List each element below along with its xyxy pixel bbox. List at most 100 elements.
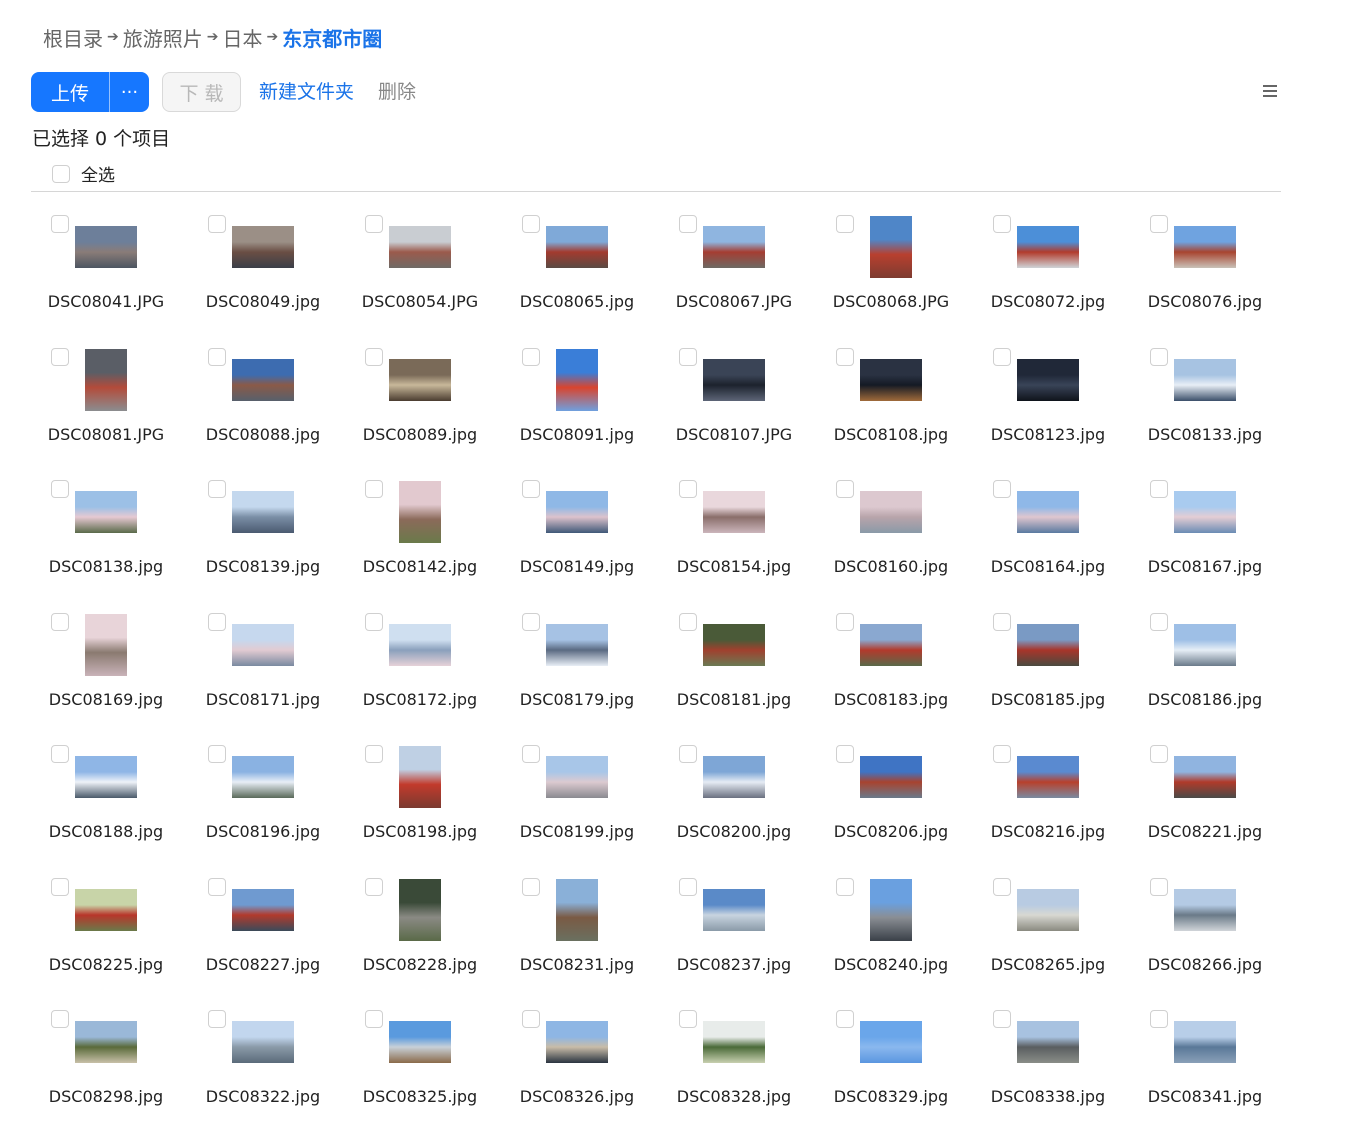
file-tile[interactable]: DSC08196.jpg — [188, 730, 345, 862]
file-checkbox[interactable] — [1150, 612, 1168, 631]
file-checkbox[interactable] — [836, 745, 854, 763]
select-all[interactable]: 全选 — [52, 161, 115, 186]
file-thumbnail[interactable] — [546, 491, 608, 533]
file-name[interactable]: DSC08160.jpg — [816, 557, 966, 576]
file-tile[interactable]: DSC08081.JPG — [31, 333, 188, 465]
file-name[interactable]: DSC08240.jpg — [816, 955, 966, 974]
file-tile[interactable]: DSC08089.jpg — [345, 333, 502, 465]
file-thumbnail[interactable] — [860, 623, 922, 666]
file-tile[interactable]: DSC08221.jpg — [1130, 730, 1287, 862]
file-tile[interactable]: DSC08091.jpg — [502, 333, 659, 465]
file-checkbox[interactable] — [679, 1010, 697, 1028]
file-thumbnail[interactable] — [703, 226, 765, 268]
file-tile[interactable]: DSC08164.jpg — [973, 465, 1130, 597]
file-checkbox[interactable] — [993, 347, 1011, 366]
file-name[interactable]: DSC08216.jpg — [973, 822, 1123, 841]
file-thumbnail[interactable] — [546, 756, 608, 798]
file-checkbox[interactable] — [208, 612, 226, 631]
upload-button[interactable]: 上传 — [31, 72, 109, 112]
file-tile[interactable]: DSC08329.jpg — [816, 995, 973, 1127]
file-thumbnail[interactable] — [85, 348, 127, 411]
file-thumbnail[interactable] — [703, 623, 765, 666]
file-tile[interactable]: DSC08186.jpg — [1130, 598, 1287, 730]
file-thumbnail[interactable] — [703, 491, 765, 533]
file-name[interactable]: DSC08181.jpg — [659, 690, 809, 709]
file-tile[interactable]: DSC08325.jpg — [345, 995, 502, 1127]
file-tile[interactable]: DSC08133.jpg — [1130, 333, 1287, 465]
file-name[interactable]: DSC08322.jpg — [188, 1087, 338, 1106]
file-name[interactable]: DSC08237.jpg — [659, 955, 809, 974]
file-thumbnail[interactable] — [399, 481, 441, 543]
file-checkbox[interactable] — [208, 480, 226, 498]
file-tile[interactable]: DSC08206.jpg — [816, 730, 973, 862]
file-checkbox[interactable] — [993, 612, 1011, 631]
file-name[interactable]: DSC08183.jpg — [816, 690, 966, 709]
file-name[interactable]: DSC08231.jpg — [502, 955, 652, 974]
file-tile[interactable]: DSC08328.jpg — [659, 995, 816, 1127]
file-thumbnail[interactable] — [546, 1021, 608, 1063]
file-tile[interactable]: DSC08171.jpg — [188, 598, 345, 730]
file-checkbox[interactable] — [1150, 877, 1168, 896]
file-tile[interactable]: DSC08139.jpg — [188, 465, 345, 597]
file-checkbox[interactable] — [208, 1010, 226, 1028]
file-name[interactable]: DSC08298.jpg — [31, 1087, 181, 1106]
file-thumbnail[interactable] — [232, 226, 294, 268]
file-checkbox[interactable] — [51, 347, 69, 366]
file-checkbox[interactable] — [836, 612, 854, 631]
file-tile[interactable]: DSC08172.jpg — [345, 598, 502, 730]
breadcrumb-item-travel-photos[interactable]: 旅游照片 — [123, 23, 203, 52]
breadcrumb-item-japan[interactable]: 日本 — [222, 23, 262, 52]
file-name[interactable]: DSC08139.jpg — [188, 557, 338, 576]
file-name[interactable]: DSC08072.jpg — [973, 292, 1123, 311]
file-name[interactable]: DSC08329.jpg — [816, 1087, 966, 1106]
file-thumbnail[interactable] — [860, 1021, 922, 1063]
file-thumbnail[interactable] — [1017, 226, 1079, 268]
file-name[interactable]: DSC08185.jpg — [973, 690, 1123, 709]
file-name[interactable]: DSC08088.jpg — [188, 425, 338, 444]
file-thumbnail[interactable] — [546, 226, 608, 268]
file-tile[interactable]: DSC08185.jpg — [973, 598, 1130, 730]
new-folder-button[interactable]: 新建文件夹 — [259, 72, 354, 112]
file-name[interactable]: DSC08266.jpg — [1130, 955, 1280, 974]
file-checkbox[interactable] — [522, 347, 540, 366]
file-name[interactable]: DSC08081.JPG — [31, 425, 181, 444]
file-checkbox[interactable] — [208, 877, 226, 896]
file-name[interactable]: DSC08171.jpg — [188, 690, 338, 709]
file-thumbnail[interactable] — [703, 756, 765, 798]
file-name[interactable]: DSC08200.jpg — [659, 822, 809, 841]
file-name[interactable]: DSC08186.jpg — [1130, 690, 1280, 709]
file-name[interactable]: DSC08328.jpg — [659, 1087, 809, 1106]
file-tile[interactable]: DSC08108.jpg — [816, 333, 973, 465]
file-name[interactable]: DSC08265.jpg — [973, 955, 1123, 974]
file-checkbox[interactable] — [51, 215, 69, 233]
file-checkbox[interactable] — [1150, 347, 1168, 366]
file-thumbnail[interactable] — [860, 756, 922, 798]
file-checkbox[interactable] — [679, 215, 697, 233]
file-thumbnail[interactable] — [232, 1021, 294, 1063]
file-thumbnail[interactable] — [389, 358, 451, 401]
file-checkbox[interactable] — [1150, 215, 1168, 233]
file-tile[interactable]: DSC08088.jpg — [188, 333, 345, 465]
file-name[interactable]: DSC08142.jpg — [345, 557, 495, 576]
file-checkbox[interactable] — [993, 1010, 1011, 1028]
delete-button[interactable]: 删除 — [378, 72, 416, 112]
file-name[interactable]: DSC08041.JPG — [31, 292, 181, 311]
file-thumbnail[interactable] — [703, 358, 765, 401]
file-tile[interactable]: DSC08123.jpg — [973, 333, 1130, 465]
file-thumbnail[interactable] — [1174, 623, 1236, 666]
file-name[interactable]: DSC08199.jpg — [502, 822, 652, 841]
file-name[interactable]: DSC08054.JPG — [345, 292, 495, 311]
file-name[interactable]: DSC08076.jpg — [1130, 292, 1280, 311]
file-tile[interactable]: DSC08065.jpg — [502, 200, 659, 332]
file-thumbnail[interactable] — [399, 878, 441, 941]
file-tile[interactable]: DSC08227.jpg — [188, 863, 345, 995]
file-thumbnail[interactable] — [389, 226, 451, 268]
file-thumbnail[interactable] — [75, 491, 137, 533]
download-button[interactable]: 下 载 — [162, 72, 241, 112]
file-name[interactable]: DSC08221.jpg — [1130, 822, 1280, 841]
file-name[interactable]: DSC08065.jpg — [502, 292, 652, 311]
file-tile[interactable]: DSC08341.jpg — [1130, 995, 1287, 1127]
file-tile[interactable]: DSC08298.jpg — [31, 995, 188, 1127]
file-thumbnail[interactable] — [1174, 756, 1236, 798]
file-name[interactable]: DSC08227.jpg — [188, 955, 338, 974]
